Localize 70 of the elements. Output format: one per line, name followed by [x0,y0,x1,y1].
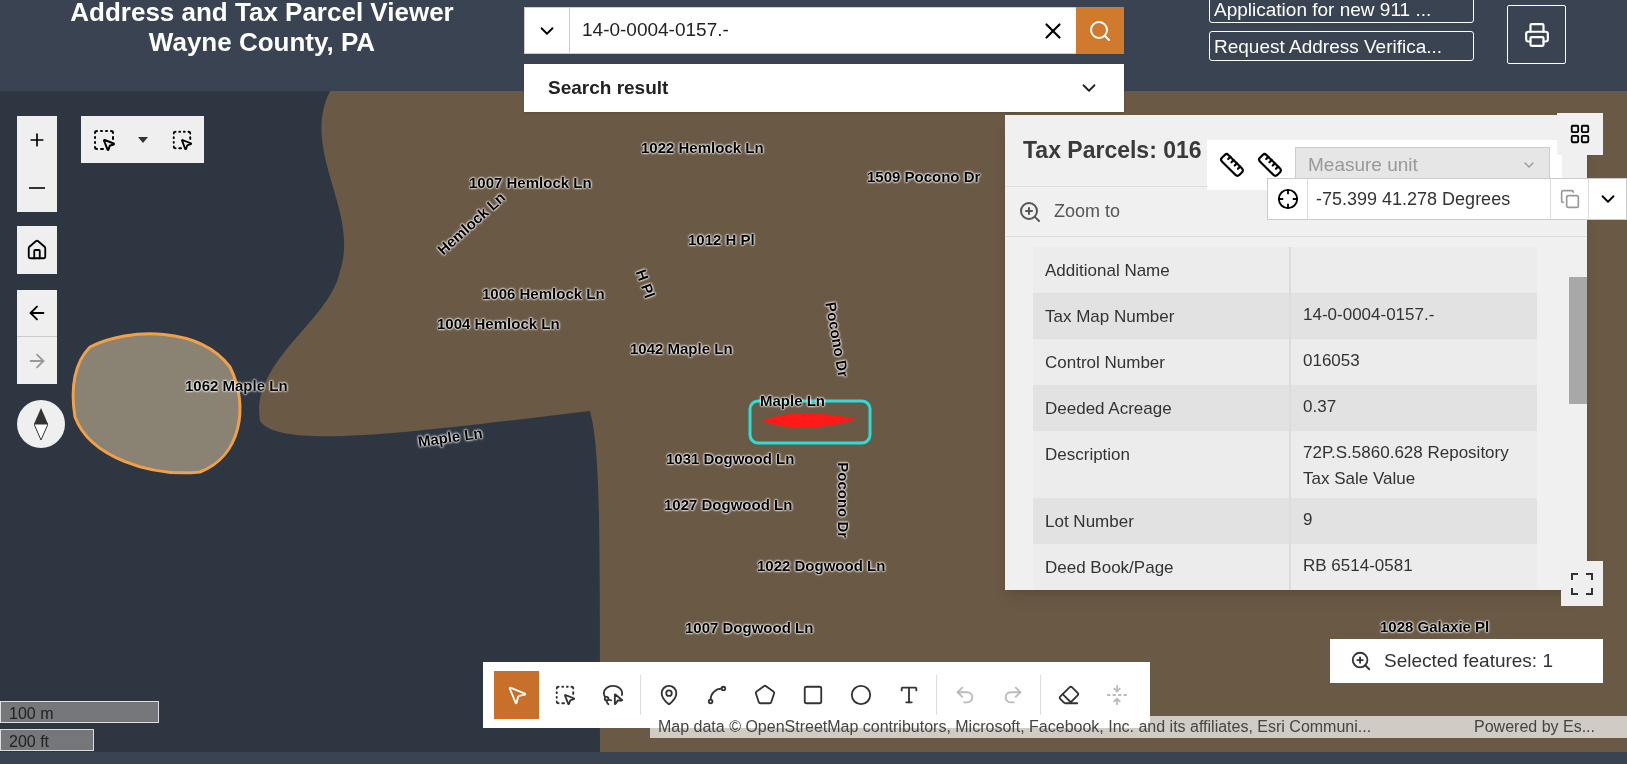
zoom-in-icon [1018,199,1042,224]
map-label: 1004 Hemlock Ln [437,314,560,334]
app-title: Address and Tax Parcel Viewer [70,0,454,29]
attribute-value: 016053 [1302,349,1361,372]
erase-icon [1057,684,1080,706]
attribution-text: Map data © OpenStreetMap contributors, Microsoft, Facebook, Inc. and its affiliates, Esri Communi... [658,717,1372,737]
ruler-icon [1257,152,1283,178]
map-label: 1509 Pocono Dr [867,167,981,187]
area-button[interactable] [1257,152,1283,178]
attribute-value: 0.37 [1302,395,1338,418]
copy-icon [1559,189,1580,209]
selected-features-button[interactable]: Selected features: 1 [1330,639,1603,683]
map-label: 1007 Hemlock Ln [469,173,592,193]
map-label: Maple Ln [416,423,484,452]
printer-icon [1523,21,1550,48]
search-icon [1088,18,1112,43]
map-label: 1027 Dogwood Ln [664,495,793,515]
clear-button[interactable] [1030,7,1076,54]
collapse-icon [1105,684,1128,706]
search-result-dropdown[interactable]: Search result [524,64,1124,112]
link-button[interactable]: Application for new 911 ... [1209,0,1474,23]
attribute-value: 14-0-0004-0157.- [1302,303,1436,326]
selection-icon [92,127,117,152]
minus-icon [29,187,45,189]
rect-select-icon [553,684,576,706]
polygon-icon [753,684,776,706]
compass-icon [34,408,48,440]
powered-by-text: Powered by Es... [1474,717,1595,737]
attribute-value: 72P.S.5860.628 Repository Tax Sale Value [1302,441,1510,490]
circle-icon [849,684,872,706]
clear-selection-button[interactable] [170,128,193,151]
map-label: 1022 Dogwood Ln [757,556,886,576]
map-label: 1042 Maple Ln [630,339,733,359]
map-label: H Pl [631,266,660,302]
ruler-icon [1219,152,1245,178]
attribute-value: RB 6514-0581 [1302,555,1414,578]
map-label: 1028 Galaxie Pl [1380,617,1490,637]
map-label: 1007 Dogwood Ln [685,618,814,638]
link-button[interactable]: Request Address Verifica... [1209,31,1474,61]
map-label: Pocono Dr [821,300,854,379]
attribute-label: Deed Book/Page [1033,544,1291,590]
scrollbar-thumb[interactable] [1569,277,1587,404]
coordinates-text: -75.399 41.278 Degrees [1315,187,1512,211]
map-label: Pocono Dr [834,462,854,539]
home-icon [26,239,48,261]
zoom-selection-icon [1350,650,1372,672]
polyline-icon [705,684,728,706]
map-label: 1031 Dogwood Ln [666,449,795,469]
scale-bar: 200 ft [0,729,94,751]
home-button[interactable] [17,226,57,274]
map-label: 1006 Hemlock Ln [482,284,605,304]
rectangle-icon [801,684,824,706]
distance-button[interactable] [1219,152,1245,178]
lasso-icon [601,684,624,706]
caret-icon [138,136,149,143]
print-button[interactable] [1507,5,1566,64]
fullscreen-icon [1571,572,1593,595]
app-title: Wayne County, PA [148,26,376,59]
zoom-to-button[interactable]: Zoom to [1005,191,1134,232]
dropdown-button[interactable] [138,136,149,143]
crosshair-icon [1276,188,1299,210]
search-field[interactable]: 14-0-0004-0157.- [570,8,1030,53]
attribute-value: 9 [1302,509,1314,532]
clear-selection-icon [170,128,193,151]
scale-bar: 100 m [0,701,159,723]
map-label: 1022 Hemlock Ln [641,138,764,158]
select-button[interactable] [92,127,117,152]
map-label: 1012 H Pl [688,230,755,250]
grid-icon [1569,123,1591,145]
popup-title: Tax Parcels: 016 [1023,136,1202,166]
